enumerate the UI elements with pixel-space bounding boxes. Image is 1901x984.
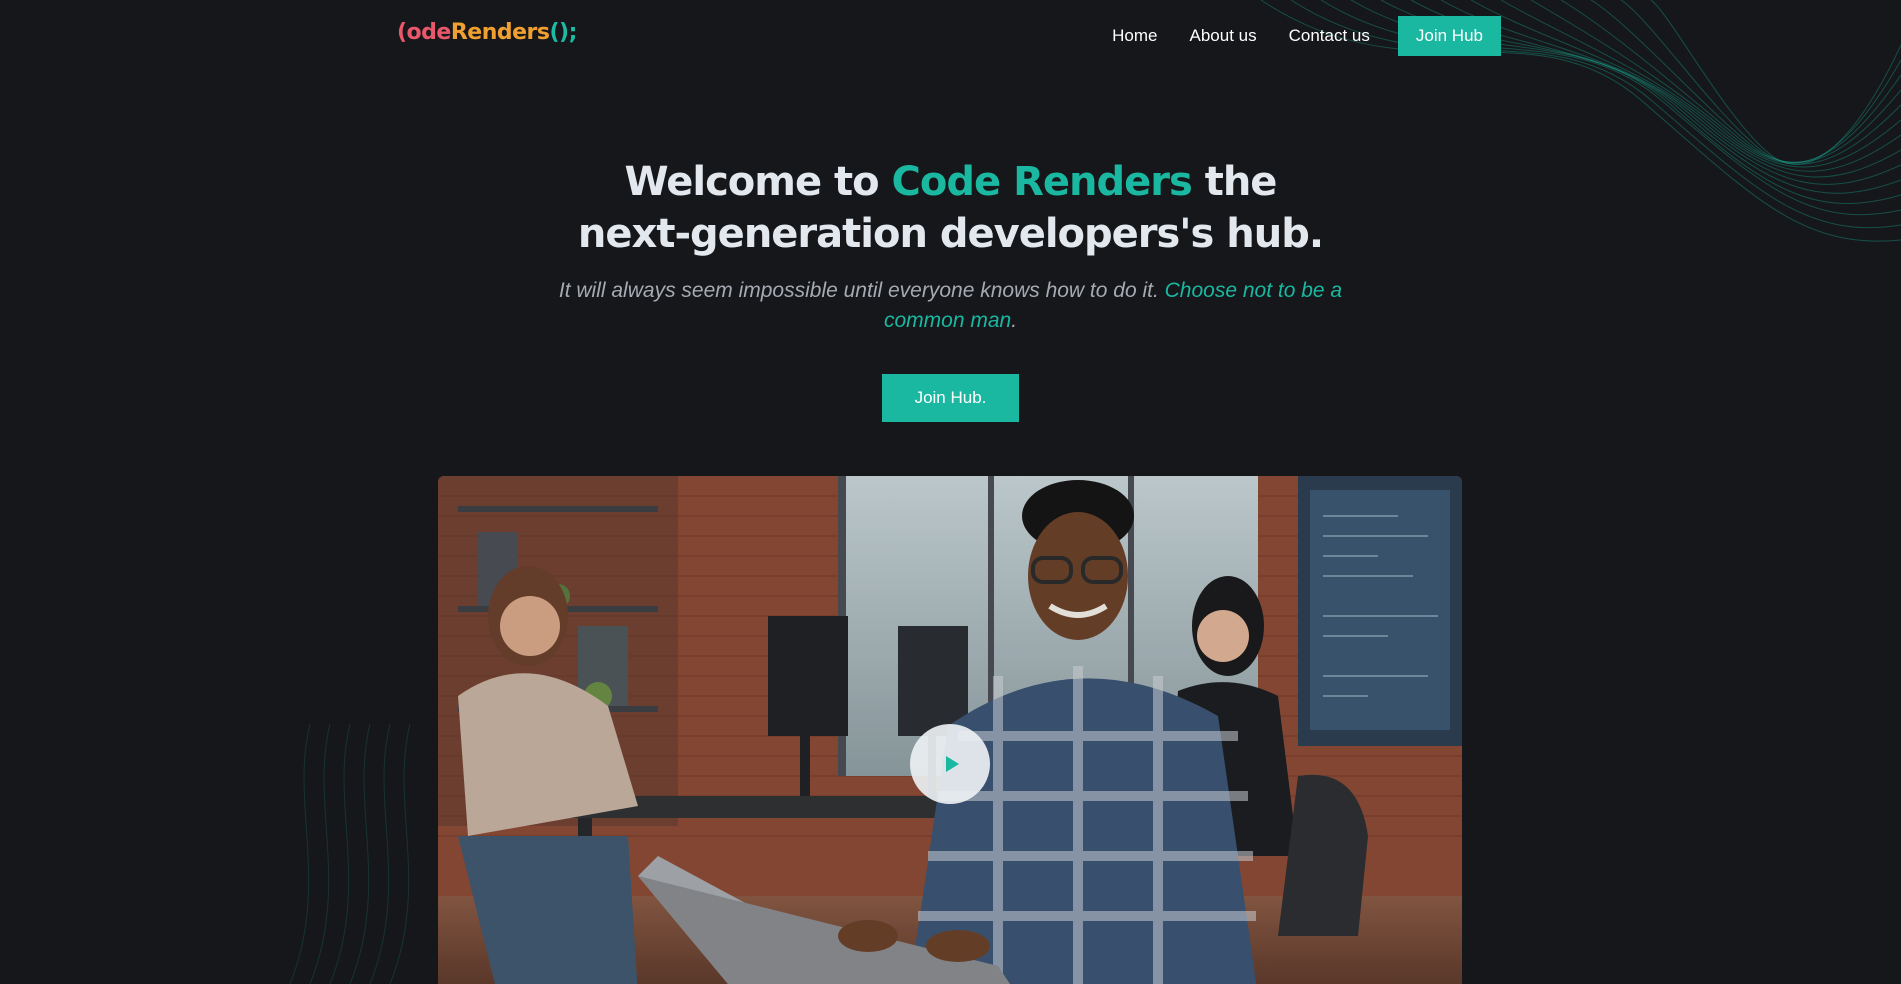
logo-part-2: Renders [450,20,550,45]
hero-video[interactable] [438,476,1462,984]
navbar: (odeRenders(); Home About us Contact us … [0,0,1901,72]
hero-title-accent: Code Renders [891,159,1193,205]
nav-about-link[interactable]: About us [1190,26,1257,46]
nav-links: Home About us Contact us Join Hub [1112,16,1501,56]
hero-section: Welcome to Code Renders the next-generat… [0,156,1901,422]
logo-part-3: (); [549,20,577,45]
logo-part-1: (ode [397,20,451,45]
join-hub-hero-button[interactable]: Join Hub. [882,374,1019,422]
hero-title: Welcome to Code Renders the next-generat… [571,156,1331,260]
hero-sub-post: . [1011,309,1018,332]
logo[interactable]: (odeRenders(); [397,20,577,45]
hero-title-pre: Welcome to [624,159,892,205]
hero-subtitle: It will always seem impossible until eve… [556,276,1346,336]
hero-sub-pre: It will always seem impossible until eve… [558,279,1165,302]
nav-contact-link[interactable]: Contact us [1289,26,1370,46]
play-icon [945,756,959,772]
join-hub-nav-button[interactable]: Join Hub [1397,16,1501,56]
play-button[interactable] [910,724,990,804]
page: (odeRenders(); Home About us Contact us … [0,0,1901,984]
nav-home-link[interactable]: Home [1112,26,1157,46]
